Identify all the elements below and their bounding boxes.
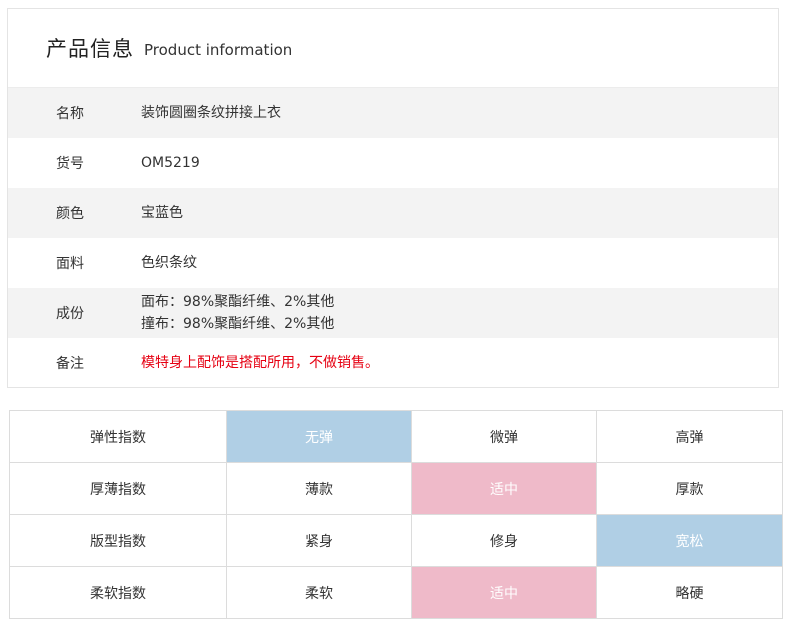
info-value-multiline: 面布：98%聚酯纤维、2%其他 撞布：98%聚酯纤维、2%其他: [141, 291, 334, 335]
index-option-selected: 无弹: [226, 410, 412, 463]
info-row-name: 名称 装饰圆圈条纹拼接上衣: [8, 88, 778, 138]
index-option: 修身: [411, 514, 597, 567]
index-option-selected: 适中: [411, 462, 597, 515]
info-row-fabric: 面料 色织条纹: [8, 238, 778, 288]
index-option: 略硬: [596, 566, 783, 619]
info-row-item-number: 货号 OM5219: [8, 138, 778, 188]
index-option-selected: 宽松: [596, 514, 783, 567]
info-row-color: 颜色 宝蓝色: [8, 188, 778, 238]
index-label: 厚薄指数: [9, 462, 227, 515]
index-option: 微弹: [411, 410, 597, 463]
product-info-subtitle: Product information: [144, 41, 293, 59]
product-info-panel: 产品信息 Product information 名称 装饰圆圈条纹拼接上衣 货…: [7, 8, 779, 388]
index-row: 版型指数 紧身 修身 宽松: [9, 514, 783, 567]
index-label: 版型指数: [9, 514, 227, 567]
remark-value: 模特身上配饰是搭配所用，不做销售。: [141, 355, 379, 371]
index-label: 柔软指数: [9, 566, 227, 619]
index-option: 高弹: [596, 410, 783, 463]
product-index-table: 弹性指数 无弹 微弹 高弹 厚薄指数 薄款 适中 厚款 版型指数 紧身 修身 宽松 柔软指数 柔软 适中 略硬: [9, 410, 783, 619]
index-row: 弹性指数 无弹 微弹 高弹: [9, 410, 783, 463]
info-row-remark: 备注 模特身上配饰是搭配所用，不做销售。: [8, 338, 778, 388]
index-label: 弹性指数: [9, 410, 227, 463]
info-value: 装饰圆圈条纹拼接上衣: [141, 105, 281, 121]
product-info-header: 产品信息 Product information: [8, 9, 778, 88]
info-value: OM5219: [141, 155, 200, 171]
info-label: 成份: [56, 306, 84, 322]
product-info-title: 产品信息: [46, 37, 134, 61]
info-label: 名称: [56, 106, 84, 122]
info-value: 色织条纹: [141, 255, 197, 271]
index-option-selected: 适中: [411, 566, 597, 619]
info-label: 备注: [56, 356, 84, 372]
index-option: 薄款: [226, 462, 412, 515]
info-row-composition: 成份 面布：98%聚酯纤维、2%其他 撞布：98%聚酯纤维、2%其他: [8, 288, 778, 338]
info-label: 货号: [56, 156, 84, 172]
index-row: 厚薄指数 薄款 适中 厚款: [9, 462, 783, 515]
info-value: 宝蓝色: [141, 205, 183, 221]
index-option: 厚款: [596, 462, 783, 515]
index-option: 柔软: [226, 566, 412, 619]
composition-line: 撞布：98%聚酯纤维、2%其他: [141, 316, 335, 332]
composition-line: 面布：98%聚酯纤维、2%其他: [141, 294, 335, 310]
info-label: 面料: [56, 256, 84, 272]
index-option: 紧身: [226, 514, 412, 567]
index-row: 柔软指数 柔软 适中 略硬: [9, 566, 783, 619]
info-label: 颜色: [56, 206, 84, 222]
